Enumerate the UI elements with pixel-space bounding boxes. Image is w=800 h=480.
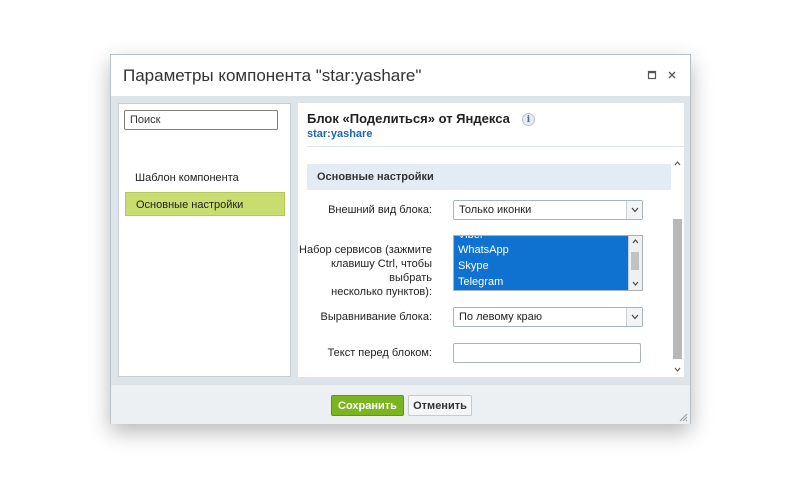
chevron-down-icon	[626, 308, 642, 326]
appearance-label: Внешний вид блока:	[328, 204, 432, 216]
services-scrollbar[interactable]	[628, 236, 642, 290]
close-icon[interactable]	[664, 67, 680, 83]
section-header: Основные настройки	[307, 164, 671, 190]
list-item[interactable]: Telegram	[454, 274, 629, 290]
chevron-down-icon	[626, 201, 642, 219]
list-item[interactable]: WhatsApp	[454, 242, 629, 258]
maximize-icon[interactable]	[644, 67, 660, 83]
sidebar: Шаблон компонента Основные настройки	[118, 103, 291, 377]
dialog-footer: Сохранить Отменить	[111, 384, 690, 424]
resize-grip-icon[interactable]	[679, 413, 688, 422]
panel-scrollbar[interactable]	[671, 159, 684, 377]
alignment-select[interactable]: По левому краю	[453, 307, 643, 327]
component-params-dialog: Параметры компонента "star:yashare" Шабл…	[110, 54, 691, 424]
dialog-title: Параметры компонента "star:yashare"	[123, 66, 422, 85]
chevron-up-icon	[674, 161, 681, 166]
alignment-value: По левому краю	[459, 311, 542, 323]
appearance-value: Только иконки	[459, 204, 532, 216]
dialog-titlebar[interactable]: Параметры компонента "star:yashare"	[111, 55, 690, 96]
appearance-select[interactable]: Только иконки	[453, 200, 643, 220]
chevron-down-icon	[632, 281, 639, 286]
divider	[307, 146, 684, 147]
search-input[interactable]	[124, 110, 278, 130]
text-before-input[interactable]	[453, 343, 641, 363]
services-label: Набор сервисов (зажмите клавишу Ctrl, чт…	[299, 244, 432, 298]
chevron-down-icon	[674, 367, 681, 372]
scroll-thumb[interactable]	[631, 252, 639, 270]
component-code: star:yashare	[307, 128, 373, 140]
scroll-thumb[interactable]	[673, 219, 682, 359]
list-item[interactable]: Skype	[454, 258, 629, 274]
sidebar-item-template[interactable]: Шаблон компонента	[125, 166, 285, 190]
settings-panel: Блок «Поделиться» от Яндекса i star:yash…	[298, 103, 684, 377]
alignment-label: Выравнивание блока:	[320, 311, 432, 323]
services-multiselect[interactable]: Viber WhatsApp Skype Telegram	[453, 235, 643, 291]
chevron-up-icon	[632, 239, 639, 244]
save-button[interactable]: Сохранить	[331, 395, 404, 416]
dialog-body: Шаблон компонента Основные настройки Бло…	[111, 96, 690, 384]
sidebar-item-main-settings[interactable]: Основные настройки	[125, 192, 285, 216]
cancel-button[interactable]: Отменить	[408, 395, 472, 416]
text-before-label: Текст перед блоком:	[327, 347, 432, 359]
info-icon[interactable]: i	[522, 113, 535, 126]
component-title: Блок «Поделиться» от Яндекса	[307, 111, 510, 126]
